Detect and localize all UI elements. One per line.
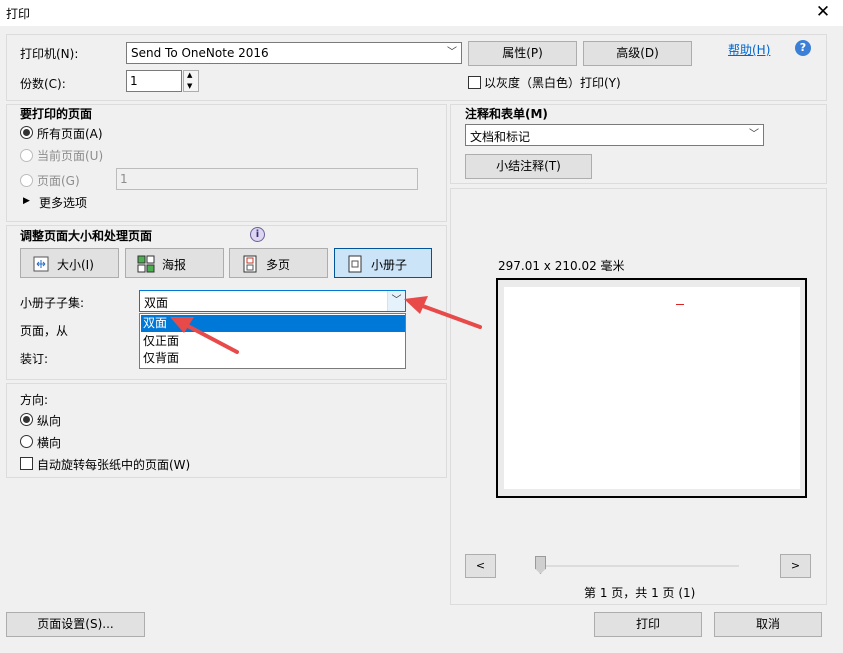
arrow-to-dropdown [418, 303, 482, 329]
arrow-to-option [182, 322, 239, 354]
arrow-to-option-head [170, 317, 194, 333]
annotation-arrows [170, 296, 482, 354]
